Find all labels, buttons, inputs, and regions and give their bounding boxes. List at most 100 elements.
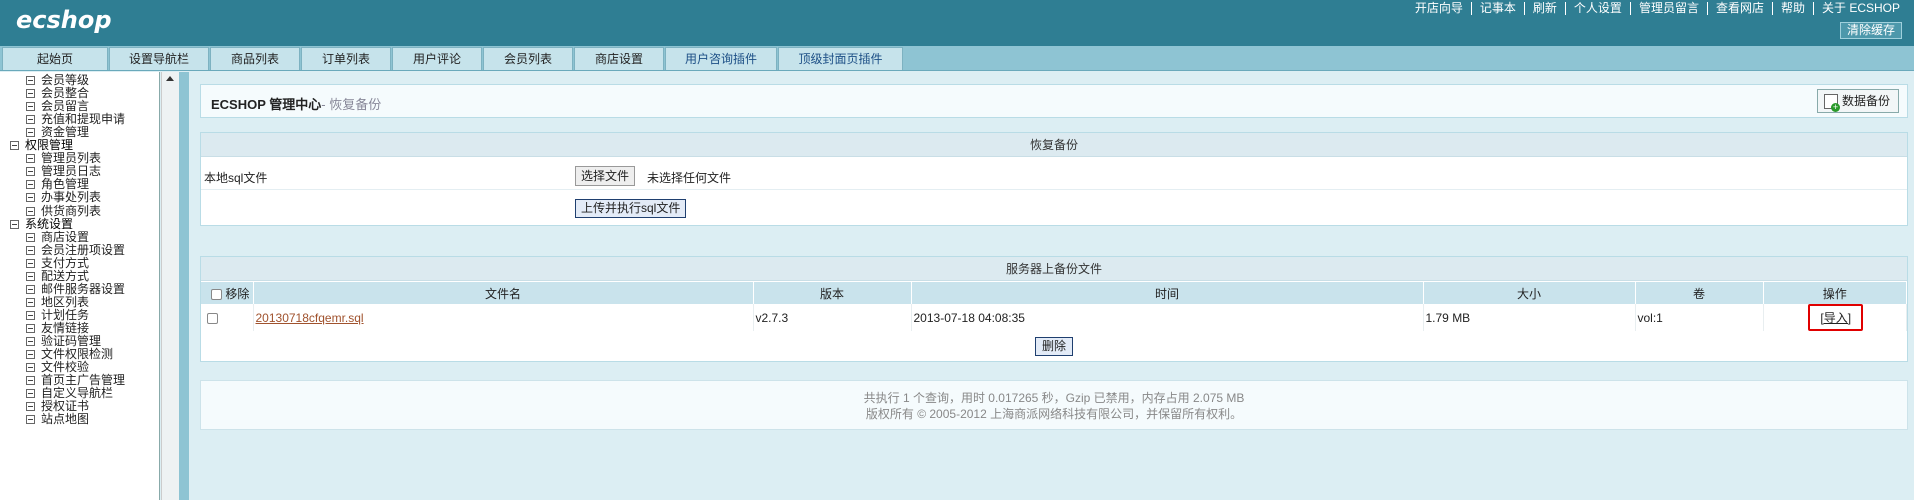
sidebar-item-label: 支付方式 xyxy=(41,255,90,270)
sidebar-toggle-strip[interactable] xyxy=(179,72,189,500)
divider xyxy=(201,189,1907,190)
sidebar-item-label: 地区列表 xyxy=(41,294,90,309)
nav-notepad[interactable]: 记事本 xyxy=(1470,1,1524,15)
collapse-icon xyxy=(10,219,19,229)
backup-files-table: 移除 文件名 版本 时间 大小 卷 操作 20130718cfqemr.sql … xyxy=(201,282,1907,331)
filename-cell: 20130718cfqemr.sql xyxy=(253,304,754,331)
bullet-icon xyxy=(26,245,35,255)
bullet-icon xyxy=(26,310,35,320)
bullet-icon xyxy=(26,415,35,425)
sidebar-item-label: 会员整合 xyxy=(41,86,90,101)
col-action: 操作 xyxy=(1763,282,1907,304)
bullet-icon xyxy=(26,180,35,190)
clear-cache-button[interactable]: 清除缓存 xyxy=(1839,22,1902,39)
sidebar-item-label: 办事处列表 xyxy=(41,190,102,205)
restore-heading: 恢复备份 xyxy=(201,133,1907,157)
import-link-label: [导入] xyxy=(1820,311,1852,325)
sidebar-item-label: 友情链接 xyxy=(41,320,90,335)
col-filename: 文件名 xyxy=(253,282,754,304)
bullet-icon xyxy=(26,284,35,294)
ecshop-logo: ecshop xyxy=(16,6,112,34)
sidebar-item-label: 计划任务 xyxy=(41,307,90,322)
row-checkbox[interactable] xyxy=(207,312,218,324)
sidebar-menu: 会员等级 会员整合 会员留言 充值和提现申请 资金管理 权限管理 管理员列表 管理员日志 角色管… xyxy=(0,72,160,500)
tab-member-list[interactable]: 会员列表 xyxy=(483,47,573,70)
sidebar-item-label: 验证码管理 xyxy=(41,334,102,348)
bullet-icon xyxy=(26,89,35,99)
bullet-icon xyxy=(26,128,35,138)
bullet-icon xyxy=(26,402,35,412)
data-backup-button[interactable]: 数据备份 xyxy=(1816,89,1899,113)
local-sql-label: 本地sql文件 xyxy=(204,171,268,185)
sidebar-item-label: 配送方式 xyxy=(41,268,90,283)
nav-admin-messages[interactable]: 管理员留言 xyxy=(1629,1,1707,15)
col-volume: 卷 xyxy=(1635,282,1764,304)
import-link[interactable]: [导入] xyxy=(1808,304,1864,331)
row-checkbox-cell xyxy=(201,304,254,331)
delete-button[interactable]: 删除 xyxy=(1035,337,1074,356)
col-time: 时间 xyxy=(911,282,1424,304)
page-title: ECSHOP 管理中心- 恢复备份 xyxy=(211,94,381,113)
tab-consult-plugin[interactable]: 用户咨询插件 xyxy=(665,47,777,70)
bullet-icon xyxy=(26,102,35,112)
sidebar-item-label: 文件权限检测 xyxy=(41,347,114,362)
version-cell: v2.7.3 xyxy=(753,304,912,331)
nav-about[interactable]: 关于 ECSHOP xyxy=(1812,1,1908,15)
sidebar-scrollbar[interactable] xyxy=(161,72,179,500)
database-add-icon xyxy=(1823,93,1840,112)
server-files-heading: 服务器上备份文件 xyxy=(201,257,1907,281)
sidebar-item-label: 商店设置 xyxy=(41,229,90,244)
choose-file-button[interactable]: 选择文件 xyxy=(575,166,636,186)
bullet-icon xyxy=(26,232,35,242)
top-header: ecshop 开店向导 记事本 刷新 个人设置 管理员留言 查看网店 帮助 关于… xyxy=(0,0,1914,46)
tab-user-comments[interactable]: 用户评论 xyxy=(392,47,482,70)
bullet-icon xyxy=(26,76,35,85)
nav-shop-wizard[interactable]: 开店向导 xyxy=(1407,1,1471,15)
footer-copyright: 版权所有 © 2005-2012 上海商派网络科技有限公司，并保留所有权利。 xyxy=(865,407,1243,421)
sidebar-item-label: 邮件服务器设置 xyxy=(41,281,126,296)
select-all-checkbox[interactable] xyxy=(211,288,222,300)
bullet-icon xyxy=(26,297,35,307)
sidebar-item-label: 授权证书 xyxy=(41,399,90,414)
page-footer: 共执行 1 个查询，用时 0.017265 秒，Gzip 已禁用，内存占用 2.… xyxy=(200,380,1908,430)
sidebar-item-label: 会员注册项设置 xyxy=(41,242,126,257)
table-row: 20130718cfqemr.sql v2.7.3 2013-07-18 04:… xyxy=(201,304,1907,331)
sidebar-item-label: 站点地图 xyxy=(41,412,90,427)
tab-home[interactable]: 起始页 xyxy=(2,47,108,70)
footer-stats: 共执行 1 个查询，用时 0.017265 秒，Gzip 已禁用，内存占用 2.… xyxy=(863,391,1245,405)
main-content: ECSHOP 管理中心- 恢复备份 数据备份 恢复备份 本地sql文件 选择文件… xyxy=(200,72,1914,500)
col-remove-label: 移除 xyxy=(225,286,250,301)
size-cell: 1.79 MB xyxy=(1423,304,1636,331)
nav-help[interactable]: 帮助 xyxy=(1771,1,1813,15)
scroll-up-arrow-icon[interactable] xyxy=(166,76,174,81)
no-file-chosen-text: 未选择任何文件 xyxy=(647,171,732,185)
tab-cover-plugin[interactable]: 顶级封面页插件 xyxy=(778,47,903,70)
data-backup-label: 数据备份 xyxy=(1841,94,1890,108)
sidebar-item-label: 供货商列表 xyxy=(41,203,102,218)
tab-nav-settings[interactable]: 设置导航栏 xyxy=(109,47,209,70)
upload-execute-button[interactable]: 上传并执行sql文件 xyxy=(575,199,687,218)
backup-file-link[interactable]: 20130718cfqemr.sql xyxy=(256,311,364,325)
time-cell: 2013-07-18 04:08:35 xyxy=(911,304,1424,331)
sidebar-item-label: 会员留言 xyxy=(41,99,90,114)
sidebar-item[interactable]: 站点地图 xyxy=(26,412,89,428)
bullet-icon xyxy=(26,258,35,268)
sidebar-item-label: 系统设置 xyxy=(25,216,74,231)
bullet-icon xyxy=(26,154,35,164)
bullet-icon xyxy=(26,271,35,281)
tab-shop-settings[interactable]: 商店设置 xyxy=(574,47,664,70)
nav-refresh[interactable]: 刷新 xyxy=(1523,1,1565,15)
tab-order-list[interactable]: 订单列表 xyxy=(301,47,391,70)
bullet-icon xyxy=(26,323,35,333)
sidebar-item-label: 会员等级 xyxy=(41,73,90,87)
restore-panel: 恢复备份 本地sql文件 选择文件 未选择任何文件 上传并执行sql文件 xyxy=(200,132,1908,226)
bullet-icon xyxy=(26,389,35,399)
nav-personal-settings[interactable]: 个人设置 xyxy=(1564,1,1630,15)
bullet-icon xyxy=(26,193,35,203)
page-title-main: ECSHOP 管理中心 xyxy=(211,97,322,112)
top-nav: 开店向导 记事本 刷新 个人设置 管理员留言 查看网店 帮助 关于 ECSHOP xyxy=(1407,0,1908,16)
bullet-icon xyxy=(26,363,35,373)
nav-view-store[interactable]: 查看网店 xyxy=(1706,1,1772,15)
tab-product-list[interactable]: 商品列表 xyxy=(210,47,300,70)
bullet-icon xyxy=(26,376,35,386)
